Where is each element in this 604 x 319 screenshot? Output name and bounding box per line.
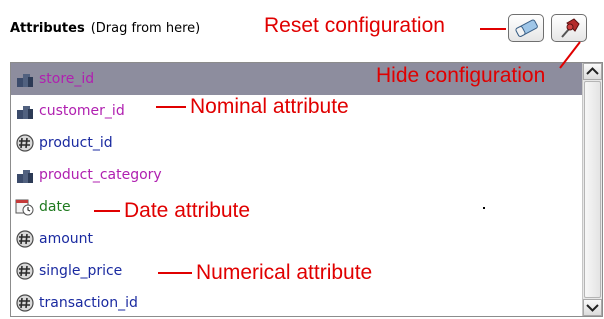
vertical-scrollbar[interactable] xyxy=(582,63,602,316)
reset-configuration-button[interactable] xyxy=(508,14,544,42)
attribute-name: transaction_id xyxy=(39,295,138,311)
eraser-icon xyxy=(515,19,538,37)
attribute-name: product_category xyxy=(39,167,162,183)
panel-title: Attributes xyxy=(10,21,85,36)
annotation-numerical-line xyxy=(158,272,192,274)
numerical-attribute-icon xyxy=(16,294,34,312)
annotation-numerical-attribute: Numerical attribute xyxy=(196,261,373,284)
attribute-row-date[interactable]: date xyxy=(11,191,582,223)
attribute-row-transaction-id[interactable]: transaction_id xyxy=(11,287,582,316)
attribute-name: single_price xyxy=(39,263,123,279)
attribute-row-product-id[interactable]: product_id xyxy=(11,127,582,159)
annotation-reset-line xyxy=(480,28,506,30)
nominal-attribute-icon xyxy=(17,106,33,119)
nominal-attribute-icon xyxy=(17,74,33,87)
attribute-name: store_id xyxy=(39,71,95,87)
annotation-reset-configuration: Reset configuration xyxy=(264,14,445,37)
panel-hint: (Drag from here) xyxy=(90,21,201,36)
annotation-nominal-line xyxy=(156,106,186,108)
annotation-nominal-attribute: Nominal attribute xyxy=(190,95,349,118)
numerical-attribute-icon xyxy=(16,230,34,248)
chevron-down-icon xyxy=(586,304,599,312)
attribute-name: product_id xyxy=(39,135,113,151)
annotation-hide-configuration: Hide configuration xyxy=(376,64,546,87)
numerical-attribute-icon xyxy=(16,134,34,152)
attribute-name: customer_id xyxy=(39,103,125,119)
attribute-name: amount xyxy=(39,231,94,247)
annotation-hide-line xyxy=(559,41,581,69)
attribute-row-amount[interactable]: amount xyxy=(11,223,582,255)
calendar-clock-icon xyxy=(15,199,34,216)
scrollbar-thumb[interactable] xyxy=(584,81,601,298)
attribute-row-product-category[interactable]: product_category xyxy=(11,159,582,191)
numerical-attribute-icon xyxy=(16,262,34,280)
scroll-down-button[interactable] xyxy=(583,299,602,316)
stray-dot xyxy=(483,207,485,209)
panel-header: Attributes (Drag from here) xyxy=(10,21,200,36)
annotation-date-attribute: Date attribute xyxy=(124,199,251,222)
nominal-attribute-icon xyxy=(17,170,33,183)
attribute-name: date xyxy=(39,199,71,215)
annotation-date-line xyxy=(94,210,120,212)
